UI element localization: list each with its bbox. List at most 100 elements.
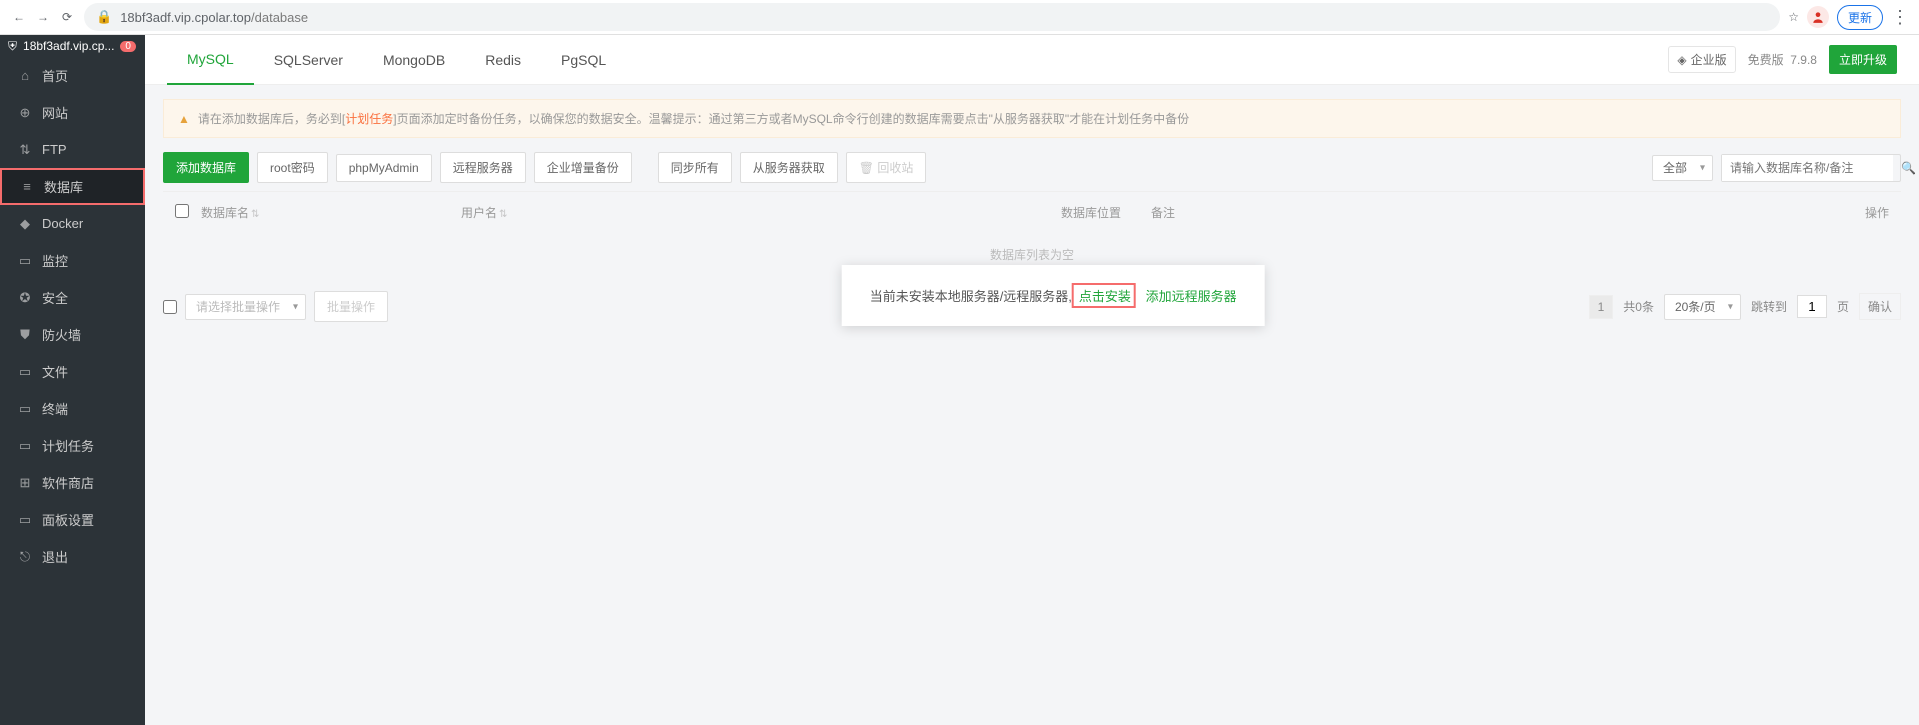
diamond-icon: ◈ [1677,53,1686,67]
security-icon: ✪ [18,290,32,306]
trash-icon: 🗑 [859,161,874,175]
per-page-select[interactable]: 20条/页 [1664,294,1741,320]
version-label: 免费版 7.9.8 [1748,51,1817,68]
footer-select-all-checkbox[interactable] [163,300,177,314]
sidebar-label: 防火墙 [42,325,81,344]
sync-all-button[interactable]: 同步所有 [658,152,732,183]
search-input[interactable] [1722,155,1893,181]
sidebar-item-database[interactable]: ≡数据库 [0,168,145,205]
per-page-select-wrap[interactable]: 20条/页 [1664,294,1741,320]
sidebar-label: 网站 [42,103,68,122]
tab-sqlserver[interactable]: SQLServer [254,35,363,85]
sidebar-item-store[interactable]: ⊞软件商店 [0,464,145,501]
sort-icon: ⇅ [251,209,259,220]
incr-backup-button[interactable]: 企业增量备份 [534,152,632,183]
jump-confirm-button[interactable]: 确认 [1859,293,1901,320]
sidebar-item-site[interactable]: ⊕ 网站 [0,94,145,131]
enterprise-badge[interactable]: ◈ 企业版 [1668,46,1735,73]
browser-chrome-bar: ← → ⟳ 🔒 18bf3adf.vip.cpolar.top/database… [0,0,1919,35]
terminal-icon: ▭ [18,401,32,417]
database-icon: ≡ [20,179,34,194]
popup-text: 当前未安装本地服务器/远程服务器, [870,289,1072,304]
add-database-button[interactable]: 添加数据库 [163,152,249,183]
batch-action-button[interactable]: 批量操作 [314,291,388,322]
page-suffix: 页 [1837,298,1849,315]
alert-text: 请在添加数据库后，务必到[计划任务]页面添加定时备份任务，以确保您的数据安全。温… [198,110,1189,127]
home-icon: ⌂ [18,68,32,83]
batch-select[interactable]: 请选择批量操作 [185,294,306,320]
sidebar-item-panel[interactable]: ▭面板设置 [0,501,145,538]
tab-mysql[interactable]: MySQL [167,35,254,85]
cron-icon: ▭ [18,438,32,454]
recycle-button[interactable]: 🗑 回收站 [846,152,927,183]
sidebar-item-home[interactable]: ⌂ 首页 [0,57,145,94]
browser-update-button[interactable]: 更新 [1837,5,1883,30]
reload-icon[interactable]: ⟳ [58,8,76,26]
filter-select-wrap[interactable]: 全部 [1652,155,1713,181]
select-all-checkbox[interactable] [175,204,189,218]
back-icon[interactable]: ← [10,8,28,26]
folder-icon: ▭ [18,364,32,380]
search-box: 🔍 [1721,154,1901,182]
sidebar-badge: 0 [120,41,136,52]
sidebar-label: 监控 [42,251,68,270]
profile-avatar-icon[interactable] [1807,6,1829,28]
sidebar: ⛨ 18bf3adf.vip.cp... 0 ⌂ 首页 ⊕ 网站 ⇅ FTP ≡数据库… [0,35,145,725]
sidebar-label: FTP [42,142,67,157]
page-current[interactable]: 1 [1589,295,1614,319]
url-host: 18bf3adf.vip.cpolar.top [120,10,251,25]
remote-server-button[interactable]: 远程服务器 [440,152,526,183]
sidebar-label: Docker [42,216,83,231]
sidebar-label: 终端 [42,399,68,418]
lock-icon: 🔒 [96,9,112,25]
batch-select-wrap[interactable]: 请选择批量操作 [185,294,306,320]
browser-menu-icon[interactable]: ⋮ [1891,7,1909,28]
install-link[interactable]: 点击安装 [1079,289,1131,304]
alert-cron-link[interactable]: 计划任务 [345,112,393,126]
sidebar-label: 面板设置 [42,510,94,529]
bookmark-star-icon[interactable]: ☆ [1788,10,1799,24]
col-note: 备注 [1151,204,1849,221]
add-remote-link[interactable]: 添加远程服务器 [1146,289,1237,304]
phpmyadmin-button[interactable]: phpMyAdmin [336,154,432,182]
sidebar-label: 文件 [42,362,68,381]
sidebar-item-ftp[interactable]: ⇅ FTP [0,131,145,168]
sidebar-host: ⛨ 18bf3adf.vip.cp... 0 [0,35,145,57]
sidebar-label: 软件商店 [42,473,94,492]
col-name[interactable]: 数据库名⇅ [201,204,461,221]
install-popup: 当前未安装本地服务器/远程服务器, 点击安装 添加远程服务器 [842,265,1265,326]
sidebar-label: 退出 [42,547,68,566]
tab-redis[interactable]: Redis [465,35,541,85]
sidebar-item-monitor[interactable]: ▭ 监控 [0,242,145,279]
forward-icon[interactable]: → [34,8,52,26]
jump-label: 跳转到 [1751,298,1787,315]
sidebar-item-files[interactable]: ▭ 文件 [0,353,145,390]
fetch-server-button[interactable]: 从服务器获取 [740,152,838,183]
sidebar-item-firewall[interactable]: ⛊防火墙 [0,316,145,353]
sidebar-item-logout[interactable]: ⎋ 退出 [0,538,145,575]
filter-select[interactable]: 全部 [1652,155,1713,181]
docker-icon: ◆ [18,216,32,232]
globe-icon: ⊕ [18,105,32,121]
total-label: 共0条 [1623,298,1654,315]
root-password-button[interactable]: root密码 [257,152,328,183]
sidebar-host-label: 18bf3adf.vip.cp... [23,39,114,53]
address-bar[interactable]: 🔒 18bf3adf.vip.cpolar.top/database [84,3,1780,31]
col-user[interactable]: 用户名⇅ [461,204,1061,221]
ftp-icon: ⇅ [18,142,32,158]
sidebar-label: 首页 [42,66,68,85]
sidebar-label: 安全 [42,288,68,307]
sidebar-item-cron[interactable]: ▭计划任务 [0,427,145,464]
monitor-icon: ▭ [18,253,32,269]
sidebar-item-security[interactable]: ✪ 安全 [0,279,145,316]
tab-pgsql[interactable]: PgSQL [541,35,626,85]
sidebar-item-terminal[interactable]: ▭ 终端 [0,390,145,427]
sort-icon: ⇅ [499,209,507,220]
tab-mongodb[interactable]: MongoDB [363,35,465,85]
upgrade-button[interactable]: 立即升级 [1829,45,1897,74]
logout-icon: ⎋ [18,549,32,565]
jump-page-input[interactable] [1797,295,1827,318]
search-icon[interactable]: 🔍 [1893,161,1919,175]
sidebar-item-docker[interactable]: ◆ Docker [0,205,145,242]
enterprise-label: 企业版 [1691,51,1727,68]
